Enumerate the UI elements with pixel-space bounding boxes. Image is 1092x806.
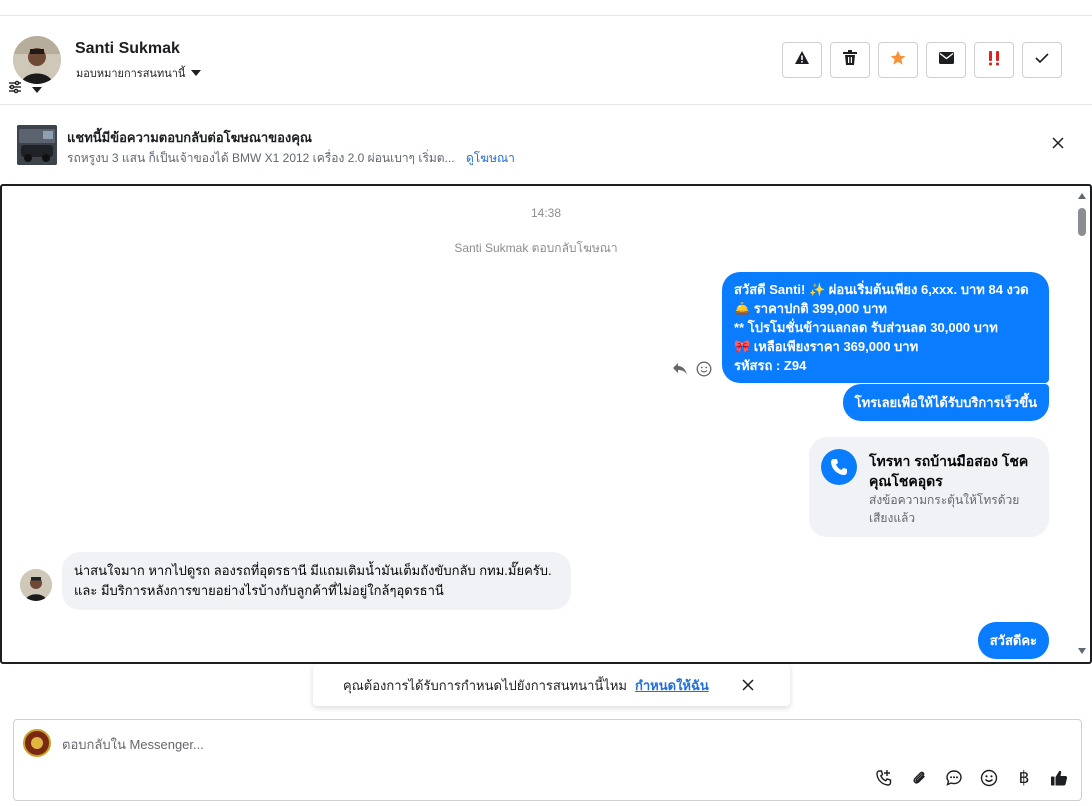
message-line: สวัสดี Santi! ✨ ผ่อนเริ่มต้นเพียง 6,xxx.… (734, 282, 1029, 297)
close-ad-bar-button[interactable] (1048, 135, 1068, 155)
assign-to-me-link[interactable]: กำหนดให้ฉัน (635, 675, 709, 696)
check-icon (1035, 51, 1049, 69)
message-line: 🎀 เหลือเพียงราคา 369,000 บาท (734, 339, 919, 354)
envelope-icon (938, 51, 954, 69)
baht-icon[interactable]: ฿ (1014, 768, 1034, 788)
report-button[interactable] (782, 42, 822, 78)
star-button[interactable] (878, 42, 918, 78)
chevron-down-icon (191, 70, 202, 76)
system-note: Santi Sukmak ตอบกลับโฆษณา (454, 241, 618, 255)
exclamation-icon (987, 50, 1001, 71)
message-line: และ มีบริการหลังการขายอย่างไรบ้างกับลูกค… (74, 583, 444, 598)
contact-avatar[interactable] (13, 36, 61, 84)
phone-plus-icon[interactable] (874, 768, 894, 788)
delete-button[interactable] (830, 42, 870, 78)
done-button[interactable] (1022, 42, 1062, 78)
reply-icon[interactable] (672, 361, 688, 377)
view-ad-link[interactable]: ดูโฆษณา (466, 151, 515, 165)
chevron-down-icon (32, 86, 42, 93)
message-timestamp: 14:38 (530, 206, 562, 220)
chat-scrollbar[interactable] (1076, 186, 1090, 662)
paperclip-icon[interactable] (909, 768, 929, 788)
message-tools (672, 361, 712, 377)
reply-input[interactable] (62, 733, 862, 755)
emoji-icon[interactable] (979, 768, 999, 788)
contact-avatar-small[interactable] (20, 569, 52, 601)
message-line: รหัสรถ : Z94 (734, 358, 807, 373)
message-line: 🛎️ ราคาปกติ 399,000 บาท (734, 301, 887, 316)
follow-up-button[interactable] (974, 42, 1014, 78)
conversation-header: Santi Sukmak มอบหมายการสนทนานี้ (0, 16, 1092, 105)
scrollbar-thumb[interactable] (1078, 208, 1086, 236)
call-card-title: โทรหา รถบ้านมือสอง โชคคุณโชคอุดร (869, 453, 1029, 489)
incoming-message[interactable]: น่าสนใจมาก หากไปดูรถ ลองรถที่อุดรธานี มี… (62, 552, 571, 610)
conversation-actions (782, 42, 1062, 78)
mark-unread-button[interactable] (926, 42, 966, 78)
assign-toast-text: คุณต้องการได้รับการกำหนดไปยังการสนทนานี้… (343, 677, 627, 693)
outgoing-message[interactable]: โทรเลยเพื่อให้ได้รับบริการเร็วขึ้น (842, 384, 1049, 421)
ad-description-row: รถหรูงบ 3 แสน ก็เป็นเจ้าของได้ BMW X1 20… (67, 149, 515, 168)
ad-reply-bar: แชทนี้มีข้อความตอบกลับต่อโฆษณาของคุณ รถห… (0, 105, 1092, 185)
star-icon (890, 50, 906, 71)
filter-dropdown[interactable] (8, 80, 42, 99)
assign-dropdown[interactable]: มอบหมายการสนทนานี้ (76, 64, 202, 82)
message-line: ** โปรโมชั่นข้าวแลกลด รับส่วนลด 30,000 บ… (734, 320, 998, 335)
trash-icon (843, 49, 857, 71)
reply-composer: ฿ (13, 719, 1082, 801)
page-avatar (23, 729, 51, 757)
outgoing-message[interactable]: สวัสดี Santi! ✨ ผ่อนเริ่มต้นเพียง 6,xxx.… (722, 272, 1049, 383)
chat-bubble-icon[interactable] (944, 768, 964, 788)
react-emoji-icon[interactable] (696, 361, 712, 377)
scroll-down-icon[interactable] (1078, 648, 1086, 654)
call-request-card[interactable]: โทรหา รถบ้านมือสอง โชคคุณโชคอุดร ส่งข้อค… (809, 437, 1049, 537)
ad-description: รถหรูงบ 3 แสน ก็เป็นเจ้าของได้ BMW X1 20… (67, 151, 455, 165)
scroll-up-icon[interactable] (1078, 193, 1086, 199)
phone-icon (821, 449, 857, 485)
chat-thread[interactable]: 14:38 Santi Sukmak ตอบกลับโฆษณา สวัสดี S… (0, 184, 1092, 664)
assign-label: มอบหมายการสนทนานี้ (76, 68, 186, 80)
thumbs-up-icon[interactable] (1049, 768, 1069, 788)
ad-title: แชทนี้มีข้อความตอบกลับต่อโฆษณาของคุณ (67, 130, 312, 145)
close-icon (1052, 136, 1064, 154)
close-toast-button[interactable] (739, 676, 757, 694)
call-card-subtitle: ส่งข้อความกระตุ้นให้โทรด้วยเสียงแล้ว (869, 493, 1020, 525)
outgoing-message[interactable]: สวัสดีคะ (977, 622, 1049, 659)
composer-toolbar: ฿ (874, 768, 1069, 788)
close-icon (742, 679, 754, 691)
contact-name: Santi Sukmak (75, 40, 180, 57)
warning-icon (794, 50, 810, 71)
ad-thumbnail[interactable] (17, 125, 57, 165)
assign-toast: คุณต้องการได้รับการกำหนดไปยังการสนทนานี้… (313, 664, 790, 706)
sliders-icon (8, 80, 22, 99)
message-line: น่าสนใจมาก หากไปดูรถ ลองรถที่อุดรธานี มี… (74, 563, 552, 578)
top-strip (0, 0, 1092, 16)
